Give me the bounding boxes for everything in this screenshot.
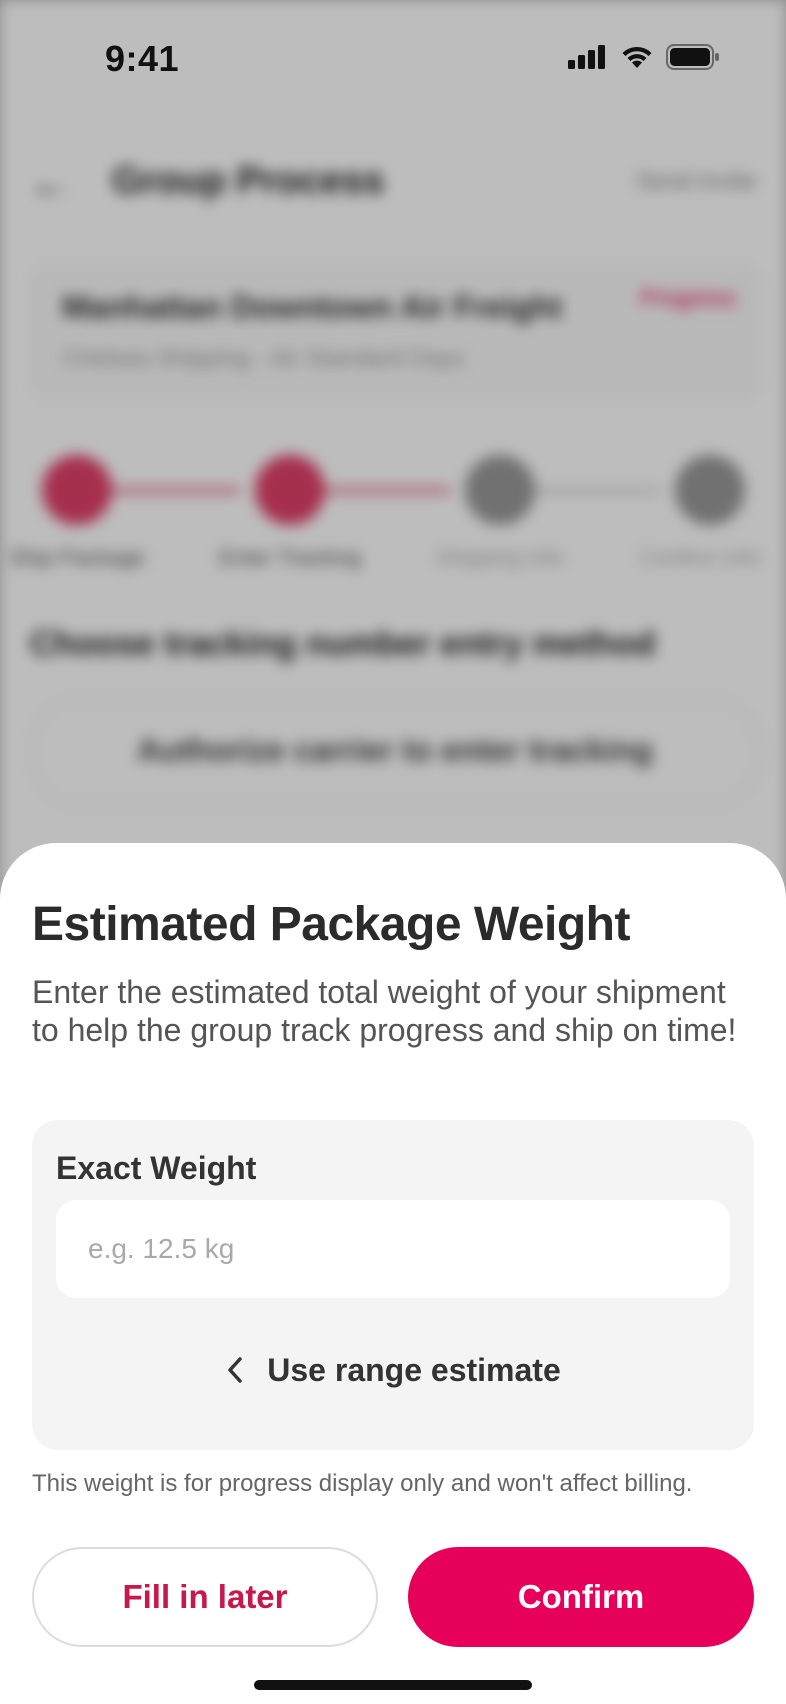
use-range-estimate-button[interactable]: Use range estimate [32,1340,754,1400]
chevron-left-icon [228,1357,243,1383]
use-range-estimate-label: Use range estimate [267,1351,561,1388]
wifi-icon [622,46,652,68]
fill-in-later-button[interactable]: Fill in later [32,1547,378,1647]
exact-weight-input[interactable] [56,1200,730,1298]
cellular-signal-icon [568,45,605,69]
sheet-description: Enter the estimated total weight of your… [32,974,737,1048]
weight-input-panel: Exact Weight Use range estimate [32,1120,754,1450]
status-time: 9:41 [105,38,180,79]
billing-note: This weight is for progress display only… [32,1470,693,1497]
home-indicator [254,1680,532,1690]
status-bar: 9:41 [0,0,786,118]
status-icons [568,44,720,70]
confirm-button[interactable]: Confirm [408,1547,754,1647]
battery-icon [666,44,719,70]
exact-weight-label: Exact Weight [56,1150,257,1186]
weight-bottom-sheet: Estimated Package Weight Enter the estim… [0,843,786,1704]
sheet-title: Estimated Package Weight [32,898,630,951]
